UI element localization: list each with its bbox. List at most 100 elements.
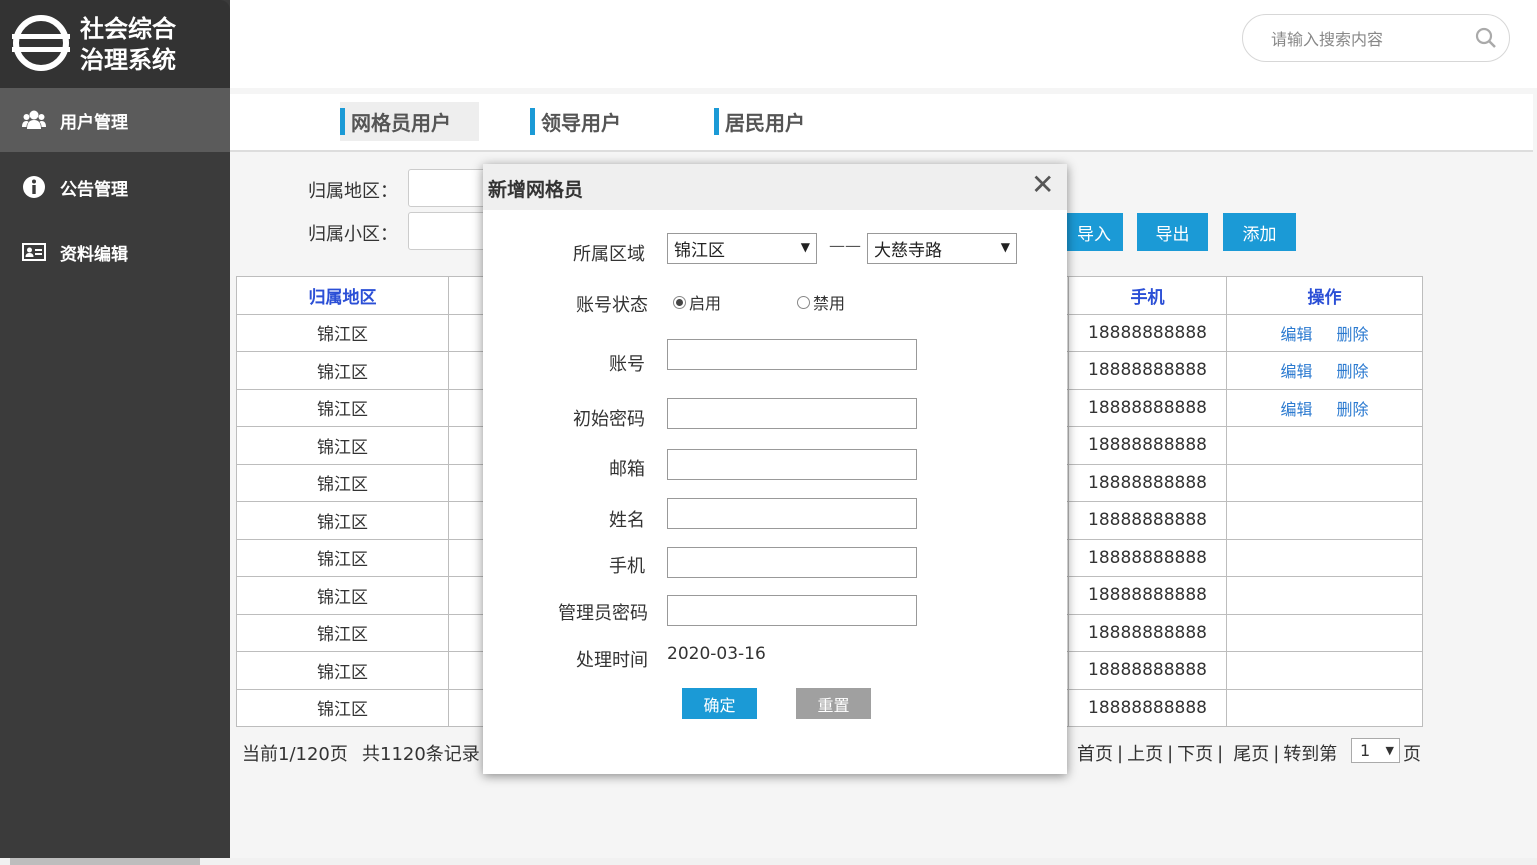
cell-phone: 18888888888: [1068, 538, 1227, 577]
last-page-link[interactable]: 尾页: [1233, 740, 1269, 766]
process-time-value: 2020-03-16: [667, 644, 766, 664]
road-select-value: 大慈寺路: [874, 241, 942, 261]
delete-link[interactable]: 删除: [1337, 362, 1369, 381]
tab-grid-user[interactable]: 网格员用户: [340, 102, 479, 141]
road-select[interactable]: 大慈寺路 ▼: [867, 233, 1017, 264]
cell-phone: 18888888888: [1068, 501, 1227, 540]
page-select[interactable]: 1 ▼: [1351, 738, 1400, 763]
account-label: 账号: [609, 354, 645, 375]
cell-operations: [1226, 463, 1423, 502]
search-icon[interactable]: [1475, 27, 1497, 53]
cell-operations: [1226, 651, 1423, 690]
column-header-region[interactable]: 归属地区: [236, 276, 449, 315]
sidebar-item-label: 用户管理: [60, 112, 128, 133]
sidebar-item-announcement[interactable]: 公告管理: [0, 155, 230, 219]
dropdown-arrow-icon: ▼: [1385, 744, 1394, 757]
email-label: 邮箱: [609, 459, 645, 480]
prev-page-link[interactable]: 上页: [1127, 740, 1163, 766]
logo-icon: [12, 15, 70, 71]
search-input[interactable]: [1271, 27, 1471, 51]
tab-label: 居民用户: [725, 111, 805, 135]
pagination-controls: 首页 | 上页 | 下页 | 尾页 | 转到第: [1077, 740, 1337, 766]
initial-password-label: 初始密码: [573, 409, 645, 430]
add-grid-member-dialog: 新增网格员 ✕ 所属区域 锦江区 ▼ —— 大慈寺路 ▼ 账号状态 启用 禁用 …: [483, 164, 1067, 774]
pagination-separator: |: [1217, 742, 1224, 764]
region-filter-label: 归属地区：: [308, 181, 398, 202]
district-select[interactable]: 锦江区 ▼: [667, 233, 817, 264]
sidebar-item-profile-edit[interactable]: 资料编辑: [0, 220, 230, 284]
search-box[interactable]: [1242, 14, 1510, 62]
tab-resident-user[interactable]: 居民用户: [714, 102, 805, 141]
initial-password-field[interactable]: [667, 398, 917, 429]
cell-operations: [1226, 576, 1423, 615]
cell-region: 锦江区: [236, 688, 449, 727]
district-select-value: 锦江区: [674, 241, 725, 261]
app-title-line1: 社会综合: [80, 15, 176, 43]
page-select-value: 1: [1360, 741, 1371, 760]
first-page-link[interactable]: 首页: [1077, 740, 1113, 766]
import-button[interactable]: 导入: [1065, 213, 1123, 251]
cell-phone: 18888888888: [1068, 576, 1227, 615]
pagination-separator: |: [1273, 742, 1280, 764]
cell-region: 锦江区: [236, 501, 449, 540]
column-header-phone[interactable]: 手机: [1068, 276, 1227, 315]
phone-field[interactable]: [667, 547, 917, 578]
users-icon: [22, 108, 46, 132]
scrollbar-thumb[interactable]: [10, 858, 200, 865]
email-field[interactable]: [667, 449, 917, 480]
radio-unchecked-icon: [797, 295, 810, 309]
tab-label: 网格员用户: [351, 111, 451, 135]
delete-link[interactable]: 删除: [1337, 400, 1369, 419]
cell-phone: 18888888888: [1068, 313, 1227, 352]
edit-link[interactable]: 编辑: [1280, 325, 1312, 344]
cell-operations: [1226, 426, 1423, 465]
cell-operations: [1226, 613, 1423, 652]
delete-link[interactable]: 删除: [1337, 325, 1369, 344]
sidebar: 社会综合 治理系统 用户管理 公告管理 资料编辑: [0, 0, 230, 858]
cell-region: 锦江区: [236, 538, 449, 577]
page-suffix: 页: [1403, 744, 1421, 765]
column-header-ops: 操作: [1226, 276, 1423, 315]
export-button[interactable]: 导出: [1137, 213, 1208, 251]
pagination-separator: |: [1167, 742, 1174, 764]
cell-region: 锦江区: [236, 613, 449, 652]
name-field[interactable]: [667, 498, 917, 529]
next-page-link[interactable]: 下页: [1177, 740, 1213, 766]
dialog-title: 新增网格员: [488, 179, 584, 201]
horizontal-scrollbar[interactable]: [0, 858, 1537, 865]
sidebar-item-label: 公告管理: [60, 179, 128, 200]
goto-label: 转到第: [1283, 744, 1338, 765]
edit-link[interactable]: 编辑: [1280, 400, 1312, 419]
edit-link[interactable]: 编辑: [1280, 362, 1312, 381]
status-label: 账号状态: [576, 295, 648, 316]
close-icon[interactable]: ✕: [1031, 171, 1054, 199]
confirm-button[interactable]: 确定: [682, 688, 757, 719]
dropdown-arrow-icon: ▼: [1000, 240, 1010, 254]
status-disabled-radio[interactable]: 禁用: [797, 290, 845, 314]
info-icon: [22, 175, 46, 199]
cell-operations: 编辑 删除: [1226, 388, 1423, 427]
pagination-separator: |: [1117, 742, 1124, 764]
add-button[interactable]: 添加: [1223, 213, 1296, 251]
pagination-total: 共1120条记录: [362, 744, 480, 765]
admin-password-label: 管理员密码: [558, 603, 648, 624]
user-type-tabs: 网格员用户 领导用户 居民用户: [230, 94, 1533, 152]
dialog-header: 新增网格员 ✕: [483, 164, 1067, 210]
cell-operations: [1226, 688, 1423, 727]
cell-region: 锦江区: [236, 351, 449, 390]
tab-label: 领导用户: [541, 111, 621, 135]
account-field[interactable]: [667, 339, 917, 370]
admin-password-field[interactable]: [667, 595, 917, 626]
community-filter-label: 归属小区：: [308, 224, 398, 245]
cell-operations: [1226, 501, 1423, 540]
id-card-icon: [22, 240, 46, 264]
pagination-current: 当前1/120页: [242, 744, 348, 765]
status-enabled-radio[interactable]: 启用: [673, 290, 721, 314]
radio-checked-icon: [673, 295, 686, 309]
cell-operations: 编辑 删除: [1226, 351, 1423, 390]
app-logo: 社会综合 治理系统: [0, 0, 230, 88]
sidebar-item-user-management[interactable]: 用户管理: [0, 88, 230, 152]
tab-leader-user[interactable]: 领导用户: [530, 102, 621, 141]
reset-button[interactable]: 重置: [796, 688, 871, 719]
cell-region: 锦江区: [236, 426, 449, 465]
